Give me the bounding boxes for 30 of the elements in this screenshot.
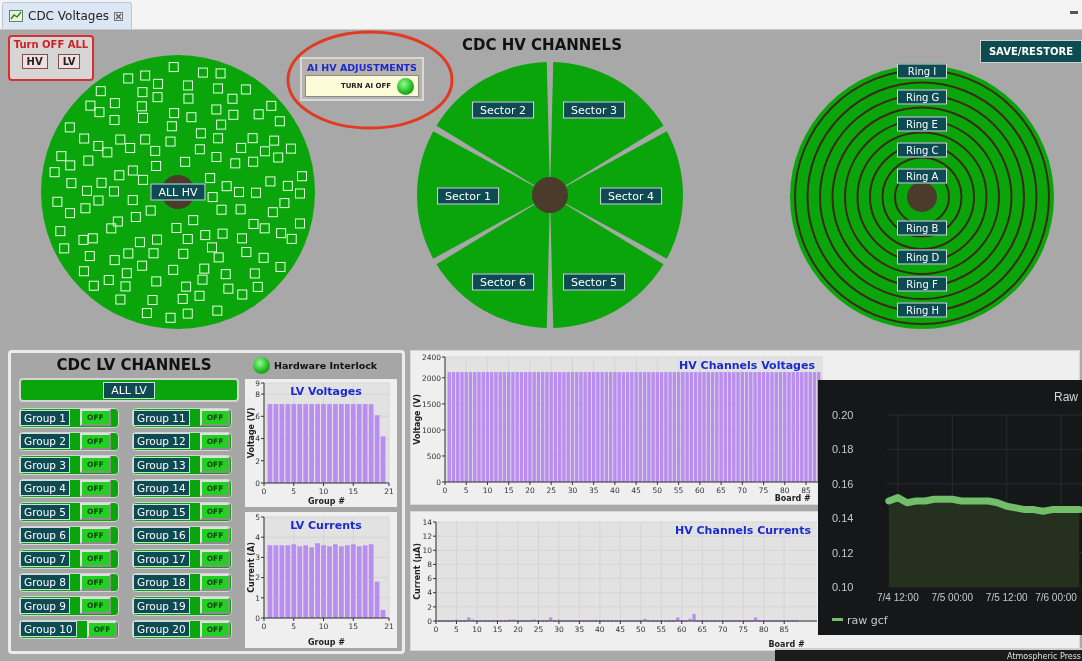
tick-label: 0.16 <box>832 477 854 490</box>
panel-label: Turn OFF ALL <box>13 39 89 50</box>
chart-title: Raw <box>1054 390 1078 404</box>
tick-label: 0.12 <box>832 546 854 559</box>
axis-title: Current (µA) <box>412 543 422 600</box>
axis-title: Board # <box>774 494 811 503</box>
panel-title: CDC LV CHANNELS <box>56 356 212 376</box>
chart-title: HV Channels Currents <box>675 524 811 537</box>
chart-title: HV Channels Voltages <box>679 359 815 372</box>
legend-label: raw gcf <box>847 614 888 627</box>
panel-label: AI HV ADJUSTMENTS <box>307 62 417 73</box>
axis-title: Current (A) <box>246 542 256 593</box>
tick-label: 0.18 <box>832 443 854 456</box>
tick-label: 7/5 12:00 <box>985 592 1028 603</box>
tick-label: 0.20 <box>832 409 854 421</box>
tick-label: 7/5 00:00 <box>931 592 974 603</box>
interlock-label: Hardware Interlock <box>274 359 378 371</box>
tick-label: 0.14 <box>832 512 854 525</box>
chart-title: LV Voltages <box>290 385 362 398</box>
tick-label: 0.10 <box>832 581 854 593</box>
axis-title: Voltage (V) <box>412 394 422 445</box>
tick-label: 7/4 12:00 <box>877 592 919 603</box>
axis-title: Voltage (V) <box>246 407 256 459</box>
tick-label: 7/6 00:00 <box>1035 592 1077 603</box>
axis-title: Board # <box>768 640 805 649</box>
panel-title: CDC HV CHANNELS <box>462 36 622 54</box>
axis-title: Group # <box>308 497 345 506</box>
chart-title: LV Currents <box>290 519 362 532</box>
strip-label: Atmospheric Press <box>1007 652 1082 661</box>
axis-title: Group # <box>308 638 345 647</box>
